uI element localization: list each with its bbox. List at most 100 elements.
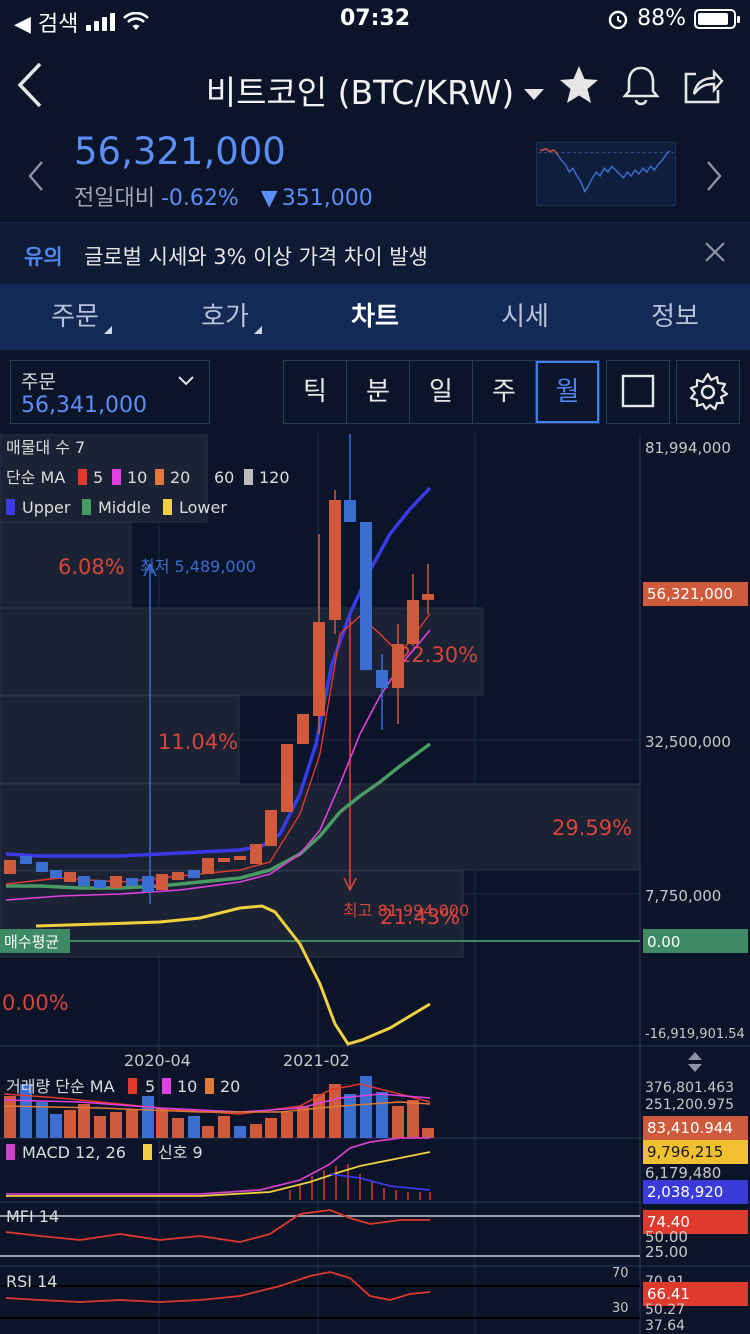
period-month-button[interactable]: 월 <box>536 361 599 423</box>
battery-percent: 88% <box>637 6 686 31</box>
avg-buy-label: 매수평균 <box>4 933 59 951</box>
macd-signal-tag: 9,796,215 <box>647 1143 723 1161</box>
legend-swatch <box>155 469 164 485</box>
notice-message: 글로벌 시세와 3% 이상 가격 차이 발생 <box>84 245 428 269</box>
alarm-icon <box>608 10 628 29</box>
tab-label: 시세 <box>501 302 549 332</box>
tab-label: 주문 <box>51 302 99 332</box>
chart-area[interactable]: 6.08% 22.30% 11.04% 29.59% 21.43% 0.00% … <box>0 434 750 1334</box>
volume-tag: 83,410.944 <box>647 1119 733 1137</box>
legend-swatch <box>244 469 253 485</box>
close-icon[interactable] <box>702 239 728 265</box>
period-week-button[interactable]: 주 <box>473 361 536 423</box>
next-coin-chevron-icon[interactable] <box>702 158 726 194</box>
chevron-down-icon <box>524 89 545 100</box>
mfi-y-label: 25.00 <box>645 1243 688 1261</box>
y-axis-label: 7,750,000 <box>645 887 721 905</box>
status-bar: ◀ 검색 07:32 88% <box>0 0 750 40</box>
mini-price-chart[interactable] <box>536 142 676 206</box>
legend-swatch <box>6 1144 15 1160</box>
tab-chart[interactable]: 차트 <box>300 284 450 350</box>
volume-y-label: 376,801.463 <box>645 1080 734 1096</box>
profile-pct: 0.00% <box>2 991 69 1015</box>
legend-swatch <box>163 499 172 515</box>
x-axis-label: 2020-04 <box>124 1051 191 1070</box>
star-icon[interactable] <box>556 62 602 108</box>
legend-upper: Upper <box>22 498 71 517</box>
notice-tag: 유의 <box>24 245 63 269</box>
battery-icon <box>694 8 740 29</box>
macd-y-label: 6,179,480 <box>645 1164 721 1182</box>
price-summary: 56,321,000 전일대비 -0.62% ▼ 351,000 <box>0 130 750 222</box>
menu-corner-icon <box>254 326 262 334</box>
main-tabs: 주문 호가 차트 시세 정보 <box>0 284 750 350</box>
legend-lower: Lower <box>179 498 227 517</box>
rsi-level-label: 70 <box>612 1266 629 1281</box>
profile-pct: 29.59% <box>552 816 632 840</box>
avg-price-tag: 0.00 <box>647 933 680 951</box>
legend-middle: Middle <box>98 498 151 517</box>
legend-swatch <box>128 1078 137 1094</box>
volume-ma20-label: 20 <box>220 1077 240 1096</box>
low-annotation: 최저 5,489,000 <box>140 557 256 576</box>
high-annotation: 최고 81,994,000 <box>343 901 469 920</box>
legend-ma10: 10 <box>127 468 147 487</box>
gear-icon <box>689 372 729 411</box>
warning-notice: 유의 글로벌 시세와 3% 이상 가격 차이 발생 <box>0 222 750 284</box>
current-price: 56,321,000 <box>74 130 286 173</box>
volume-ma10-label: 10 <box>177 1077 197 1096</box>
profile-pct: 6.08% <box>58 555 125 579</box>
rsi-level-label: 30 <box>612 1301 629 1316</box>
legend-ma120: 120 <box>259 468 290 487</box>
y-axis-label: 32,500,000 <box>645 733 731 751</box>
macd-tag: 2,038,920 <box>647 1183 723 1201</box>
header: 비트코인 (BTC/KRW) <box>0 40 750 130</box>
period-minute-button[interactable]: 분 <box>347 361 410 423</box>
macd-signal-label: 신호 9 <box>158 1143 203 1162</box>
legend-line1: 매물대 수 7 <box>6 438 85 457</box>
period-tick-button[interactable]: 틱 <box>284 361 347 423</box>
down-triangle-icon: ▼ <box>260 186 278 211</box>
rsi-label: RSI 14 <box>6 1272 57 1291</box>
fullscreen-button[interactable] <box>606 360 670 424</box>
volume-panel-label: 거래량 단순 MA <box>6 1077 115 1096</box>
period-selector: 틱 분 일 주 월 <box>283 360 600 424</box>
tab-label: 정보 <box>651 302 699 332</box>
price-change-row: 전일대비 -0.62% ▼ 351,000 <box>74 180 373 212</box>
volume-y-label: 251,200.975 <box>645 1097 734 1113</box>
share-icon[interactable] <box>680 62 726 108</box>
compare-label: 전일대비 <box>74 186 155 211</box>
order-select-value: 56,341,000 <box>21 393 147 418</box>
period-day-button[interactable]: 일 <box>410 361 473 423</box>
rsi-y-label: 50.27 <box>645 1302 685 1318</box>
x-axis-label: 2021-02 <box>283 1051 350 1070</box>
menu-corner-icon <box>104 326 112 334</box>
mfi-label: MFI 14 <box>6 1207 59 1226</box>
legend-ma60: 60 <box>214 468 234 487</box>
change-amount: 351,000 <box>281 186 373 211</box>
rsi-tag: 66.41 <box>647 1285 690 1303</box>
tab-info[interactable]: 정보 <box>600 284 750 350</box>
chart-settings-button[interactable] <box>676 360 740 424</box>
y-axis-label: 81,994,000 <box>645 439 731 457</box>
tab-label: 차트 <box>351 302 399 332</box>
chart-toolbar: 주문 56,341,000 틱 분 일 주 월 <box>0 350 750 434</box>
bell-icon[interactable] <box>618 62 664 108</box>
legend-swatch <box>143 1144 152 1160</box>
tab-order[interactable]: 주문 <box>0 284 150 350</box>
prev-coin-chevron-icon[interactable] <box>24 158 48 194</box>
macd-label: MACD 12, 26 <box>22 1143 126 1162</box>
chevron-down-icon <box>178 376 194 386</box>
legend-swatch <box>6 499 15 515</box>
profile-pct: 11.04% <box>158 730 238 754</box>
legend-swatch <box>78 469 87 485</box>
order-select-label: 주문 <box>21 371 56 393</box>
legend-swatch <box>205 1078 214 1094</box>
current-price-tag: 56,321,000 <box>647 585 733 603</box>
tab-orderbook[interactable]: 호가 <box>150 284 300 350</box>
change-percent: -0.62% <box>160 186 239 211</box>
volume-ma5-label: 5 <box>145 1077 155 1096</box>
chart-canvas[interactable]: 6.08% 22.30% 11.04% 29.59% 21.43% 0.00% … <box>0 434 750 1334</box>
order-type-select[interactable]: 주문 56,341,000 <box>10 360 210 424</box>
tab-market-price[interactable]: 시세 <box>450 284 600 350</box>
